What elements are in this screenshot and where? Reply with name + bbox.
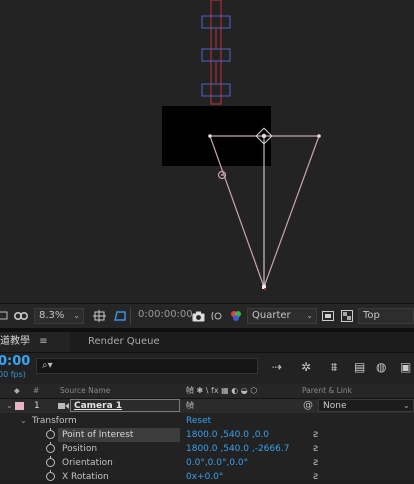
column-number: #	[33, 386, 40, 395]
chevron-down-icon: ⌄	[73, 311, 80, 320]
label-color-swatch[interactable]	[15, 402, 24, 410]
search-icon: ⌕▾	[42, 360, 53, 371]
x-rotation-label: X Rotation	[62, 472, 109, 482]
property-x-rotation[interactable]: X Rotation 0x+0.0° ƨ	[0, 470, 414, 484]
column-source-name[interactable]: Source Name	[60, 384, 110, 398]
tab-render-queue[interactable]: Render Queue	[88, 332, 160, 352]
monitor-icon[interactable]	[0, 304, 8, 328]
panel-tabs: 道教學 ≡ Render Queue	[0, 332, 414, 353]
layer-blue-2	[201, 48, 231, 62]
property-orientation[interactable]: Orientation 0.0°,0.0°,0.0° ƨ	[0, 456, 414, 470]
position-value[interactable]: 1800.0 ,540.0 ,-2666.7	[186, 442, 289, 456]
orientation-label: Orientation	[62, 458, 113, 468]
frame-rate: 00 fps)	[0, 370, 26, 379]
tab-composition-label: 道教學	[0, 336, 30, 347]
expression-pick-whip-icon[interactable]: ƨ	[313, 428, 318, 442]
frame-blending-icon[interactable]: ▤	[354, 360, 365, 374]
layer-blue-1	[201, 15, 231, 29]
fast-previews-icon[interactable]	[322, 304, 334, 328]
position-label: Position	[62, 444, 98, 454]
parent-dropdown[interactable]: None ⌄	[318, 399, 414, 412]
transform-reset-link[interactable]: Reset	[186, 414, 211, 428]
viewer-toolbar: 8.3% ⌄ 0:00:00:00 Quarter ⌄ Top	[0, 303, 414, 328]
layer-name[interactable]: Camera 1	[74, 399, 122, 413]
tab-composition[interactable]: 道教學 ≡	[0, 332, 70, 352]
chevron-down-icon: ⌄	[403, 401, 410, 410]
current-time[interactable]: 0:00	[0, 354, 30, 369]
panel-menu-icon[interactable]: ≡	[39, 336, 47, 347]
composition-viewport[interactable]	[0, 0, 414, 303]
toggle-transparency-icon[interactable]	[341, 304, 353, 328]
stopwatch-icon[interactable]	[46, 428, 55, 439]
camera-scene	[162, 0, 321, 290]
expression-pick-whip-icon[interactable]: ƨ	[313, 470, 318, 484]
zoom-level: 8.3%	[39, 310, 65, 321]
layer-blue-3	[201, 83, 231, 97]
orientation-value[interactable]: 0.0°,0.0°,0.0°	[186, 456, 248, 470]
time-controls: 0:00 00 fps) ⌕▾ ⇢ ✲ ⩩ ▤ ◍ ▣	[0, 353, 414, 383]
current-time-display[interactable]: 0:00:00:00	[134, 308, 193, 324]
property-position[interactable]: Position 1800.0 ,540.0 ,-2666.7 ƨ	[0, 442, 414, 456]
composition-mini-flowchart-icon[interactable]: ⇢	[272, 360, 282, 374]
camera-layer-icon	[58, 399, 70, 413]
chevron-down-icon: ⌄	[306, 311, 313, 320]
region-of-interest-icon[interactable]	[93, 304, 107, 328]
twirl-open-icon[interactable]: ⌄	[20, 414, 27, 428]
point-of-interest-value[interactable]: 1800.0 ,540.0 ,0.0	[186, 428, 269, 442]
timeline-panel: 道教學 ≡ Render Queue 0:00 00 fps) ⌕▾ ⇢ ✲ ⩩…	[0, 332, 414, 482]
layer-index: 1	[34, 401, 40, 411]
resolution-dropdown[interactable]: Quarter ⌄	[247, 308, 317, 324]
channel-rgb-icon[interactable]	[229, 304, 243, 328]
layer-switch-shy[interactable]: 幀	[186, 399, 194, 413]
mask-visibility-icon[interactable]	[14, 304, 28, 328]
property-point-of-interest[interactable]: Point of Interest 1800.0 ,540.0 ,0.0 ƨ	[0, 428, 414, 442]
shy-layers-icon[interactable]: ⩩	[331, 360, 337, 375]
motion-blur-icon[interactable]: ◍	[376, 360, 386, 374]
camera-snapshot-icon[interactable]	[192, 304, 205, 328]
expression-pick-whip-icon[interactable]: ƨ	[313, 456, 318, 470]
stopwatch-icon[interactable]	[46, 442, 55, 453]
draft-3d-icon[interactable]: ✲	[301, 360, 311, 374]
column-header: ◆ # Source Name 幀 ✱ \ fx ▦ ◐ ◒ ⬡ Parent …	[0, 384, 414, 399]
show-snapshot-icon[interactable]	[211, 304, 223, 328]
x-rotation-value[interactable]: 0x+0.0°	[186, 470, 223, 484]
camera-position-marker[interactable]	[262, 285, 266, 290]
layer-search-input[interactable]: ⌕▾	[36, 358, 258, 374]
twirl-open-icon[interactable]: ⌄	[6, 399, 13, 413]
expression-pick-whip-icon[interactable]: ƨ	[313, 442, 318, 456]
pick-whip-icon[interactable]: @	[303, 399, 313, 413]
column-switches[interactable]: 幀 ✱ \ fx ▦ ◐ ◒ ⬡	[186, 384, 257, 398]
stopwatch-icon[interactable]	[46, 456, 55, 467]
magnification-dropdown[interactable]: 8.3% ⌄	[34, 308, 84, 324]
label-tag-icon[interactable]: ◆	[14, 384, 20, 398]
transform-group[interactable]: ⌄ Transform Reset	[0, 414, 414, 428]
3d-view-dropdown[interactable]: Top	[358, 308, 414, 324]
transform-label: Transform	[32, 416, 77, 426]
column-parent-link[interactable]: Parent & Link	[302, 384, 352, 398]
layer-row-camera[interactable]: ⌄ 1 Camera 1 幀 @ None ⌄	[0, 399, 414, 413]
point-of-interest-label: Point of Interest	[62, 430, 134, 440]
transparency-grid-icon[interactable]	[113, 304, 127, 328]
graph-editor-icon[interactable]: ▣	[400, 360, 411, 374]
